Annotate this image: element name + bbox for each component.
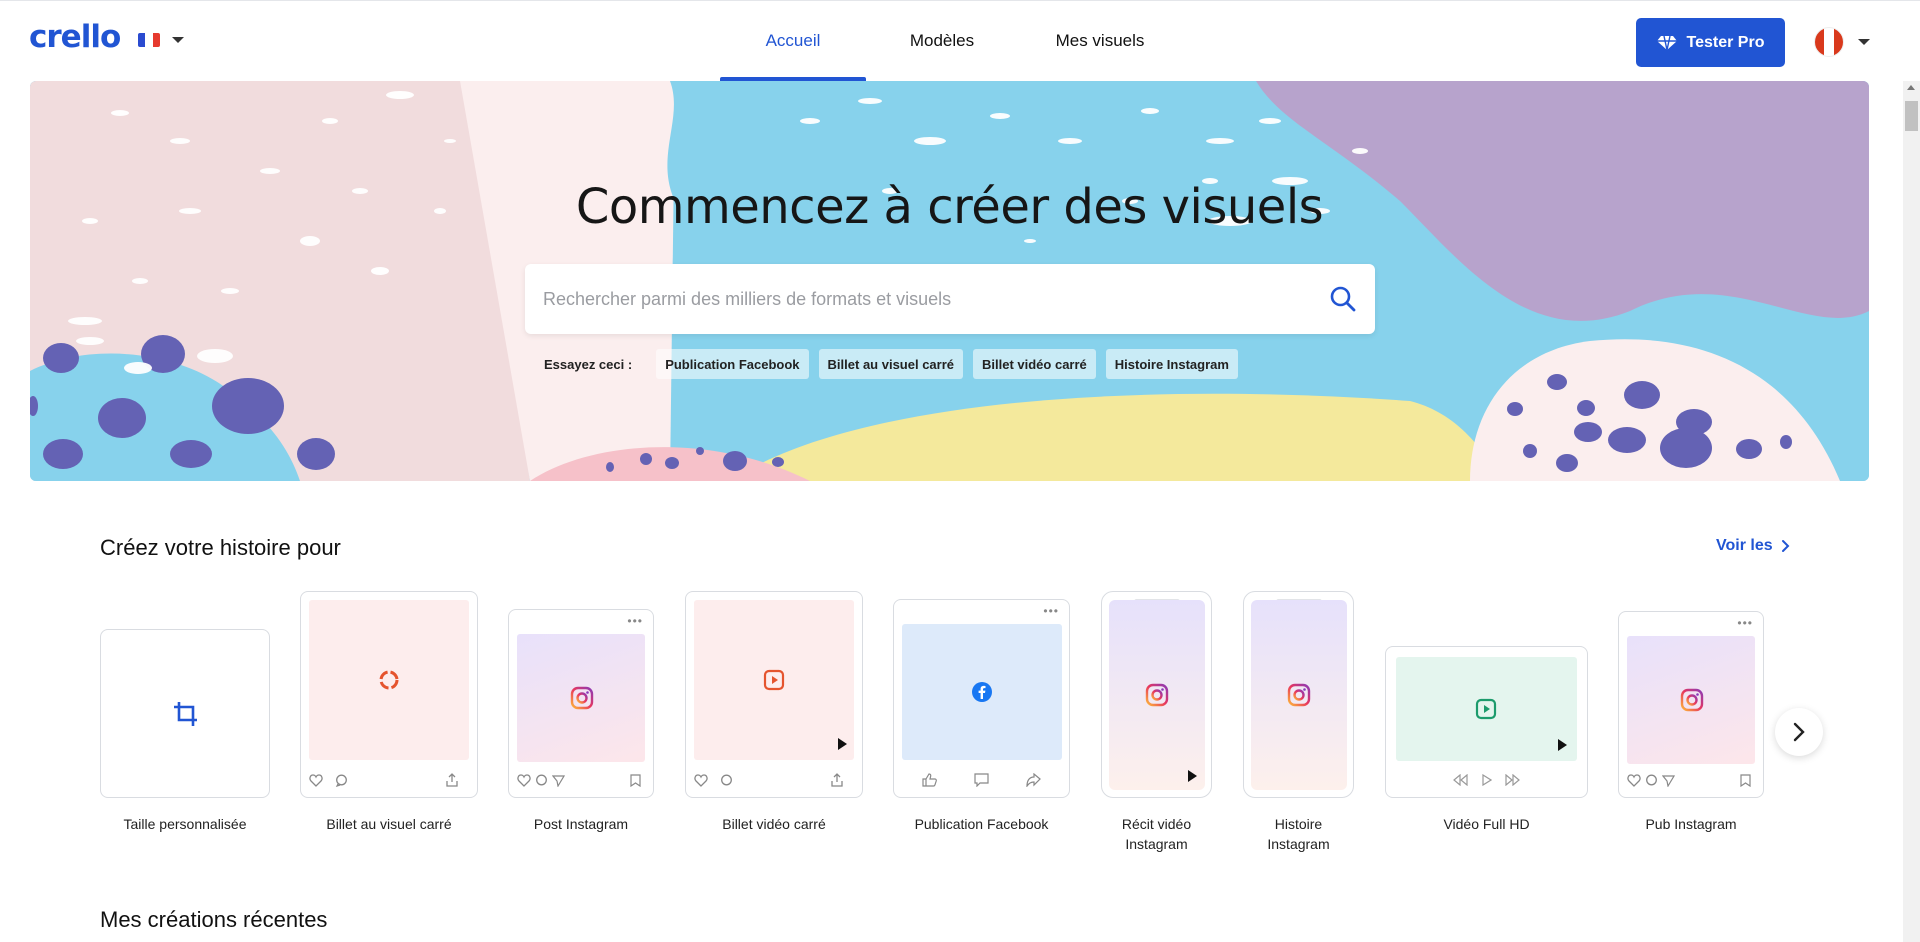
search-box <box>525 264 1375 334</box>
video-icon <box>763 669 785 691</box>
crop-icon <box>174 702 197 726</box>
suggestion-chip[interactable]: Billet au visuel carré <box>818 349 963 379</box>
format-card-facebook-post[interactable]: ••• <box>893 599 1070 798</box>
post-actions <box>694 773 854 787</box>
suggestion-chip[interactable]: Histoire Instagram <box>1105 349 1238 379</box>
card-label: Récit vidéo Instagram <box>1121 816 1192 852</box>
diamond-icon <box>1656 35 1677 50</box>
instagram-icon <box>1145 683 1169 707</box>
format-card-instagram-ad[interactable]: ••• <box>1618 611 1764 798</box>
send-icon <box>552 774 565 787</box>
card-label: Publication Facebook <box>914 816 1049 832</box>
suggestion-row: Essayez ceci : Publication Facebook Bill… <box>544 349 1238 379</box>
card-label: Post Instagram <box>533 816 629 832</box>
crello-logo[interactable]: crello <box>29 19 121 55</box>
more-dots-icon: ••• <box>1043 604 1059 618</box>
play-control-icon <box>1481 774 1492 786</box>
flag-fr-icon <box>138 33 160 47</box>
like-icon <box>922 773 937 787</box>
page-scrollbar[interactable] <box>1903 81 1920 942</box>
hero-banner: Commencez à créer des visuels Essayez ce… <box>30 81 1869 481</box>
card-label: Billet au visuel carré <box>326 816 452 832</box>
fast-forward-icon <box>1505 774 1520 786</box>
crello-icon <box>379 670 399 690</box>
post-actions <box>922 773 1041 787</box>
comment-icon <box>536 774 547 785</box>
play-icon <box>1188 770 1197 782</box>
nav-mes-visuels[interactable]: Mes visuels <box>1024 1 1176 81</box>
video-controls <box>1452 773 1521 787</box>
top-header: crello Accueil Modèles Mes visuels Teste… <box>0 0 1920 81</box>
chevron-right-icon <box>1793 722 1805 742</box>
more-dots-icon: ••• <box>627 614 643 628</box>
post-actions <box>309 773 469 787</box>
search-input[interactable] <box>543 264 1303 334</box>
see-all-label: Voir les <box>1716 537 1773 554</box>
format-card-custom-size[interactable] <box>100 629 270 798</box>
search-icon[interactable] <box>1329 285 1357 313</box>
bookmark-icon <box>1740 773 1751 787</box>
heart-icon <box>517 773 531 787</box>
nav-modeles[interactable]: Modèles <box>866 1 1018 81</box>
instagram-icon <box>1680 688 1704 712</box>
card-label: Taille personnalisée <box>123 816 247 832</box>
play-icon <box>838 738 847 750</box>
chevron-right-icon <box>1781 540 1790 552</box>
recent-section-title: Mes créations récentes <box>100 907 328 932</box>
scroll-thumb[interactable] <box>1905 101 1918 131</box>
instagram-icon <box>1287 683 1311 707</box>
post-actions <box>517 773 645 787</box>
tester-pro-label: Tester Pro <box>1686 33 1765 51</box>
format-card-square-post[interactable] <box>300 591 478 798</box>
suggestion-chip[interactable]: Billet vidéo carré <box>973 349 1096 379</box>
scroll-up-arrow-icon[interactable] <box>1907 85 1915 90</box>
card-label: Billet vidéo carré <box>722 816 826 832</box>
card-label: Vidéo Full HD <box>1443 816 1530 832</box>
rewind-icon <box>1453 774 1468 786</box>
format-card-instagram-post[interactable]: ••• <box>508 609 654 798</box>
comment-icon <box>335 774 347 787</box>
format-card-full-hd-video[interactable] <box>1385 646 1588 798</box>
video-icon <box>1475 698 1497 720</box>
bookmark-icon <box>630 773 641 787</box>
play-icon <box>1558 739 1567 751</box>
instagram-icon <box>570 686 594 710</box>
account-menu[interactable] <box>1814 27 1870 57</box>
language-selector[interactable] <box>138 33 184 47</box>
heart-icon <box>1627 773 1641 787</box>
comment-icon <box>721 774 732 785</box>
more-dots-icon: ••• <box>1737 616 1753 630</box>
share-icon <box>1026 773 1041 787</box>
post-actions <box>1627 773 1755 787</box>
chevron-down-icon <box>172 37 184 43</box>
see-all-link[interactable]: Voir les <box>1716 537 1790 555</box>
hero-title: Commencez à créer des visuels <box>575 179 1324 235</box>
share-icon <box>446 773 458 787</box>
chevron-down-icon <box>1858 39 1870 45</box>
comment-icon <box>974 773 989 787</box>
share-icon <box>831 773 843 787</box>
avatar <box>1814 27 1844 57</box>
suggestion-chip[interactable]: Publication Facebook <box>656 349 809 379</box>
try-label: Essayez ceci : <box>544 356 633 372</box>
heart-icon <box>309 773 323 787</box>
card-label: Histoire Instagram <box>1267 816 1330 852</box>
format-card-instagram-story[interactable] <box>1243 591 1354 798</box>
tester-pro-button[interactable]: Tester Pro <box>1636 18 1785 67</box>
card-label: Pub Instagram <box>1645 816 1737 832</box>
heart-icon <box>694 773 708 787</box>
comment-icon <box>1646 774 1657 785</box>
format-card-instagram-video-story[interactable] <box>1101 591 1212 798</box>
carousel-next-button[interactable] <box>1775 708 1823 756</box>
main-nav: Accueil Modèles Mes visuels <box>720 1 1176 81</box>
nav-accueil[interactable]: Accueil <box>720 1 866 81</box>
formats-section-title: Créez votre histoire pour <box>100 535 341 560</box>
facebook-icon <box>972 682 992 702</box>
format-card-square-video[interactable] <box>685 591 863 798</box>
send-icon <box>1662 774 1675 787</box>
